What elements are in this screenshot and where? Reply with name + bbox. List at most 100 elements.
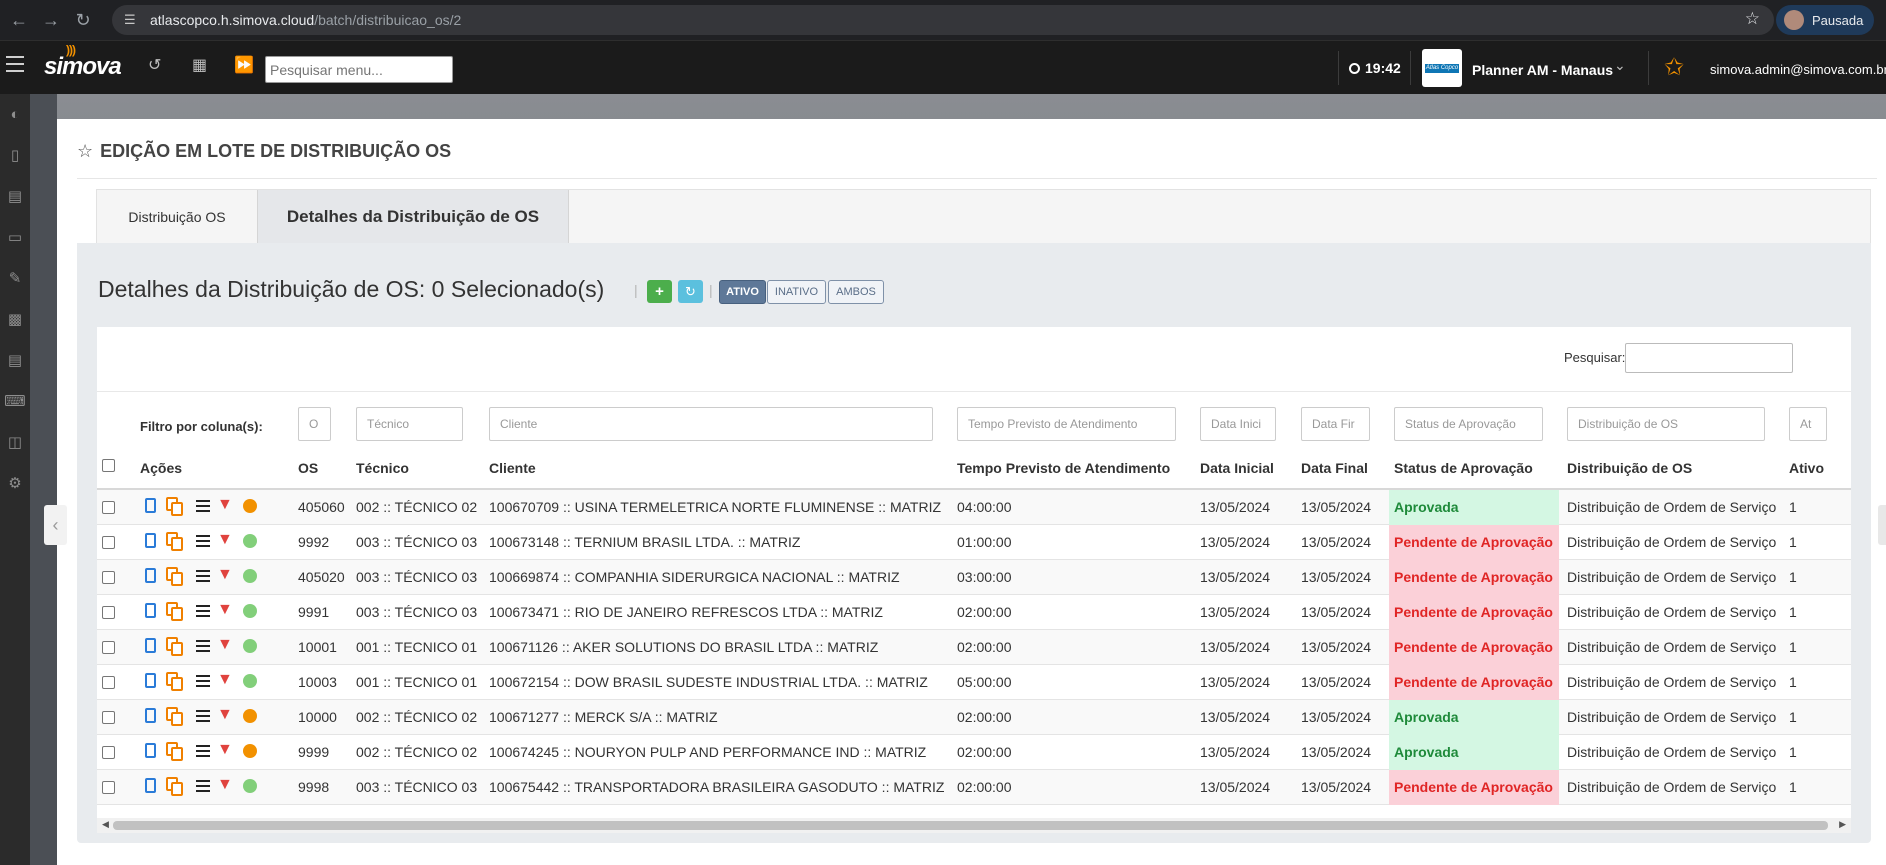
table-row[interactable]: ▼ 10000 002 :: TÉCNICO 02 100671277 :: MERC… xyxy=(97,700,1851,735)
apps-grid-icon[interactable]: ▦ xyxy=(192,55,207,75)
details-list-icon[interactable] xyxy=(196,570,210,582)
back-arrow-icon[interactable]: ← xyxy=(6,7,32,33)
duplicate-icon[interactable] xyxy=(166,532,184,551)
favorite-star-icon[interactable]: ☆ xyxy=(77,141,93,161)
calendar-icon[interactable]: ▤ xyxy=(4,186,26,208)
filter-ativo-button[interactable]: ATIVO xyxy=(719,280,766,304)
row-checkbox[interactable] xyxy=(102,606,115,619)
filter-inativo-button[interactable]: INATIVO xyxy=(767,280,826,304)
duplicate-icon[interactable] xyxy=(166,672,184,691)
forward-arrow-icon[interactable]: → xyxy=(38,7,64,33)
edit-icon[interactable] xyxy=(145,638,156,653)
filter-ambos-button[interactable]: AMBOS xyxy=(828,280,884,304)
table-row[interactable]: ▼ 405020 003 :: TÉCNICO 03 100669874 :: COM… xyxy=(97,560,1851,595)
edit-icon[interactable] xyxy=(145,673,156,688)
scroll-left-icon[interactable]: ◀ xyxy=(102,819,109,830)
chevron-down-icon[interactable]: ⌄ xyxy=(1614,57,1626,74)
filter-cliente-input[interactable]: Cliente xyxy=(489,407,933,441)
reject-thumbs-down-icon[interactable]: ▼ xyxy=(217,776,233,794)
reject-thumbs-down-icon[interactable]: ▼ xyxy=(217,636,233,654)
duplicate-icon[interactable] xyxy=(166,637,184,656)
details-list-icon[interactable] xyxy=(196,710,210,722)
table-row[interactable]: ▼ 405060 002 :: TÉCNICO 02 100670709 :: USI… xyxy=(97,490,1851,525)
edit-icon[interactable] xyxy=(145,743,156,758)
profile-button[interactable]: Pausada xyxy=(1776,5,1874,35)
details-list-icon[interactable] xyxy=(196,500,210,512)
details-list-icon[interactable] xyxy=(196,605,210,617)
row-checkbox[interactable] xyxy=(102,501,115,514)
planner-selector[interactable]: Planner AM - Manaus xyxy=(1472,62,1613,78)
url-text[interactable]: atlascopco.h.simova.cloud/batch/distribu… xyxy=(150,12,461,28)
details-list-icon[interactable] xyxy=(196,535,210,547)
filter-tecnico-input[interactable]: Técnico xyxy=(356,407,463,441)
horizontal-scrollbar[interactable]: ◀ ▶ xyxy=(97,818,1851,833)
table-row[interactable]: ▼ 9999 002 :: TÉCNICO 02 100674245 :: NOURY… xyxy=(97,735,1851,770)
add-button[interactable]: + xyxy=(647,280,672,303)
col-header-status[interactable]: Status de Aprovação xyxy=(1394,460,1533,476)
filter-tempo-input[interactable]: Tempo Previsto de Atendimento xyxy=(957,407,1176,441)
col-header-distribuicao[interactable]: Distribuição de OS xyxy=(1567,460,1692,476)
filter-ativo-input[interactable]: At xyxy=(1789,407,1827,441)
simova-logo[interactable]: simova))) xyxy=(44,43,122,81)
bookmark-star-icon[interactable]: ☆ xyxy=(1745,9,1760,29)
duplicate-icon[interactable] xyxy=(166,777,184,796)
row-checkbox[interactable] xyxy=(102,571,115,584)
col-header-ativo[interactable]: Ativo xyxy=(1789,460,1824,476)
scrollbar-thumb[interactable] xyxy=(113,821,1828,830)
duplicate-icon[interactable] xyxy=(166,497,184,516)
reject-thumbs-down-icon[interactable]: ▼ xyxy=(217,531,233,549)
edit-icon[interactable] xyxy=(145,708,156,723)
tab-distribuicao-os[interactable]: Distribuição OS xyxy=(97,190,257,244)
row-checkbox[interactable] xyxy=(102,781,115,794)
table-row[interactable]: ▼ 9991 003 :: TÉCNICO 03 100673471 :: RIO D… xyxy=(97,595,1851,630)
duplicate-icon[interactable] xyxy=(166,707,184,726)
col-header-tempo[interactable]: Tempo Previsto de Atendimento xyxy=(957,460,1170,476)
chart-icon[interactable]: ▩ xyxy=(4,309,26,331)
user-email[interactable]: simova.admin@simova.com.br xyxy=(1710,62,1886,77)
reject-thumbs-down-icon[interactable]: ▼ xyxy=(217,601,233,619)
collapse-sidebar-button[interactable]: ‹ xyxy=(44,505,67,545)
row-checkbox[interactable] xyxy=(102,676,115,689)
col-header-os[interactable]: OS xyxy=(298,460,318,476)
row-checkbox[interactable] xyxy=(102,536,115,549)
user-figure-icon[interactable]: ✩ xyxy=(1664,53,1684,82)
filter-data-inicial-input[interactable]: Data Inici xyxy=(1200,407,1276,441)
duplicate-icon[interactable] xyxy=(166,602,184,621)
document-icon[interactable]: ▤ xyxy=(4,350,26,372)
col-header-tecnico[interactable]: Técnico xyxy=(356,460,409,476)
edit-icon[interactable] xyxy=(145,603,156,618)
filter-status-input[interactable]: Status de Aprovação xyxy=(1394,407,1543,441)
details-list-icon[interactable] xyxy=(196,745,210,757)
duplicate-icon[interactable] xyxy=(166,567,184,586)
scroll-right-icon[interactable]: ▶ xyxy=(1839,819,1846,830)
edit-icon[interactable] xyxy=(145,533,156,548)
table-row[interactable]: ▼ 9998 003 :: TÉCNICO 03 100675442 :: TRANS… xyxy=(97,770,1851,805)
reload-icon[interactable]: ↻ xyxy=(70,7,96,33)
map-icon[interactable]: ▯ xyxy=(4,145,26,167)
table-row[interactable]: ▼ 10003 001 :: TECNICO 01 100672154 :: DOW … xyxy=(97,665,1851,700)
filter-os-input[interactable]: O xyxy=(298,407,331,441)
tab-detalhes-distribuicao[interactable]: Detalhes da Distribuição de OS xyxy=(257,190,569,244)
details-list-icon[interactable] xyxy=(196,675,210,687)
settings-icon[interactable]: ⚙ xyxy=(4,473,26,495)
details-list-icon[interactable] xyxy=(196,640,210,652)
table-search-input[interactable] xyxy=(1625,343,1793,373)
reject-thumbs-down-icon[interactable]: ▼ xyxy=(217,671,233,689)
right-panel-handle[interactable] xyxy=(1878,505,1886,545)
details-list-icon[interactable] xyxy=(196,780,210,792)
fast-forward-icon[interactable]: ⏩ xyxy=(234,55,254,75)
edit-icon[interactable]: ✎ xyxy=(4,268,26,290)
mobile-icon[interactable]: ▭ xyxy=(4,227,26,249)
duplicate-icon[interactable] xyxy=(166,742,184,761)
select-all-checkbox[interactable] xyxy=(102,459,115,472)
col-header-data-inicial[interactable]: Data Inicial xyxy=(1200,460,1274,476)
table-row[interactable]: ▼ 9992 003 :: TÉCNICO 03 100673148 :: TERNI… xyxy=(97,525,1851,560)
edit-icon[interactable] xyxy=(145,778,156,793)
history-icon[interactable]: ↺ xyxy=(148,55,161,75)
address-bar[interactable]: ☰ atlascopco.h.simova.cloud/batch/distri… xyxy=(112,5,1774,35)
reject-thumbs-down-icon[interactable]: ▼ xyxy=(217,566,233,584)
reject-thumbs-down-icon[interactable]: ▼ xyxy=(217,706,233,724)
filter-data-final-input[interactable]: Data Fir xyxy=(1301,407,1370,441)
row-checkbox[interactable] xyxy=(102,641,115,654)
col-header-cliente[interactable]: Cliente xyxy=(489,460,536,476)
